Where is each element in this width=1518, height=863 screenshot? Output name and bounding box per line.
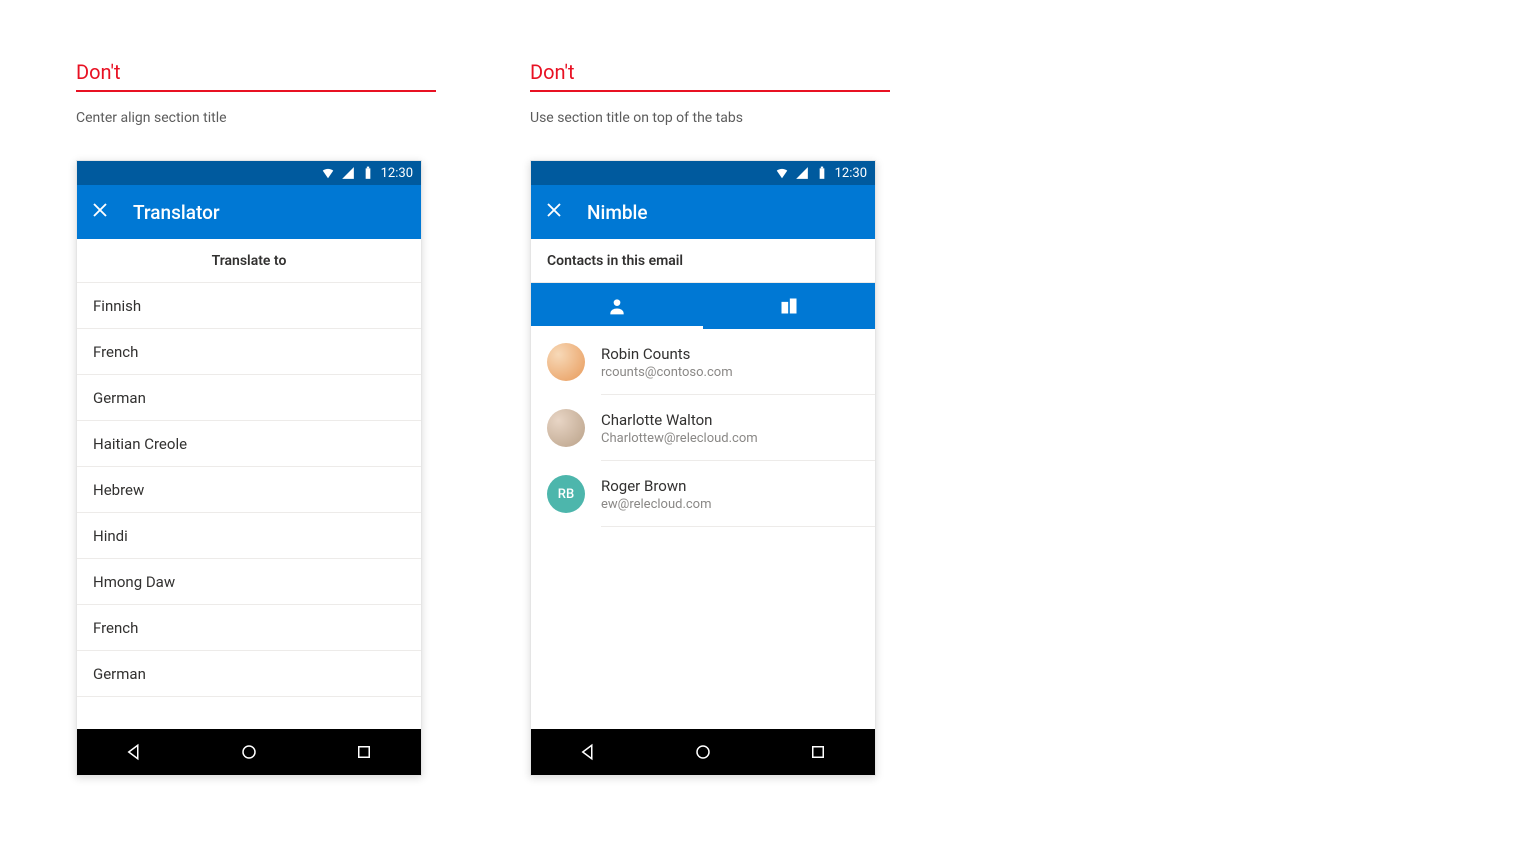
phone-mockup-translator: 12:30 Translator Translate to Finnish Fr…	[76, 160, 422, 776]
list-item[interactable]: French	[77, 329, 421, 375]
tab-bar	[531, 283, 875, 329]
wifi-icon	[775, 166, 789, 180]
list-item[interactable]: German	[77, 375, 421, 421]
example-right: Don't Use section title on top of the ta…	[530, 60, 890, 776]
signal-icon	[341, 166, 355, 180]
back-icon[interactable]	[125, 743, 143, 761]
contact-info: Robin Counts rcounts@contoso.com	[601, 345, 859, 380]
list-item[interactable]: Hindi	[77, 513, 421, 559]
signal-icon	[795, 166, 809, 180]
app-bar: Translator	[77, 185, 421, 239]
tab-people[interactable]	[531, 283, 703, 329]
contact-name: Roger Brown	[601, 477, 859, 495]
battery-icon	[361, 166, 375, 180]
back-icon[interactable]	[579, 743, 597, 761]
section-title: Contacts in this email	[531, 239, 875, 283]
tab-organization[interactable]	[703, 283, 875, 329]
section-title-centered: Translate to	[77, 239, 421, 283]
close-icon	[91, 201, 109, 219]
caption-text: Use section title on top of the tabs	[530, 110, 890, 126]
avatar	[547, 409, 585, 447]
phone-mockup-nimble: 12:30 Nimble Contacts in this email Robi…	[530, 160, 876, 776]
contact-email: Charlottew@relecloud.com	[601, 431, 859, 446]
recent-icon[interactable]	[355, 743, 373, 761]
close-button[interactable]	[545, 201, 563, 223]
example-left: Don't Center align section title 12:30 T…	[76, 60, 436, 776]
contact-list: Robin Counts rcounts@contoso.com Charlot…	[531, 329, 875, 729]
dont-label: Don't	[76, 60, 436, 90]
dont-label: Don't	[530, 60, 890, 90]
list-item[interactable]: Charlotte Walton Charlottew@relecloud.co…	[531, 395, 875, 461]
appbar-title: Nimble	[587, 201, 648, 224]
list-item[interactable]: Robin Counts rcounts@contoso.com	[531, 329, 875, 395]
recent-icon[interactable]	[809, 743, 827, 761]
avatar	[547, 343, 585, 381]
person-icon	[607, 296, 627, 316]
list-item[interactable]: Hmong Daw	[77, 559, 421, 605]
list-item[interactable]: French	[77, 605, 421, 651]
appbar-title: Translator	[133, 201, 220, 224]
android-navbar	[531, 729, 875, 775]
status-bar: 12:30	[77, 161, 421, 185]
contact-info: Charlotte Walton Charlottew@relecloud.co…	[601, 411, 859, 446]
list-item[interactable]: Finnish	[77, 283, 421, 329]
contact-email: rcounts@contoso.com	[601, 365, 859, 380]
home-icon[interactable]	[240, 743, 258, 761]
status-bar: 12:30	[531, 161, 875, 185]
wifi-icon	[321, 166, 335, 180]
contact-name: Charlotte Walton	[601, 411, 859, 429]
list-item[interactable]: Haitian Creole	[77, 421, 421, 467]
list-item[interactable]: German	[77, 651, 421, 697]
list-item[interactable]: RB Roger Brown ew@relecloud.com	[531, 461, 875, 527]
language-list: Finnish French German Haitian Creole Heb…	[77, 283, 421, 729]
status-time: 12:30	[835, 166, 867, 181]
list-item[interactable]: Hebrew	[77, 467, 421, 513]
close-button[interactable]	[91, 201, 109, 223]
status-time: 12:30	[381, 166, 413, 181]
caption-text: Center align section title	[76, 110, 436, 126]
contact-info: Roger Brown ew@relecloud.com	[601, 477, 859, 512]
android-navbar	[77, 729, 421, 775]
contact-email: ew@relecloud.com	[601, 497, 859, 512]
building-icon	[779, 296, 799, 316]
app-bar: Nimble	[531, 185, 875, 239]
red-rule	[530, 90, 890, 92]
home-icon[interactable]	[694, 743, 712, 761]
close-icon	[545, 201, 563, 219]
red-rule	[76, 90, 436, 92]
battery-icon	[815, 166, 829, 180]
contact-name: Robin Counts	[601, 345, 859, 363]
avatar: RB	[547, 475, 585, 513]
